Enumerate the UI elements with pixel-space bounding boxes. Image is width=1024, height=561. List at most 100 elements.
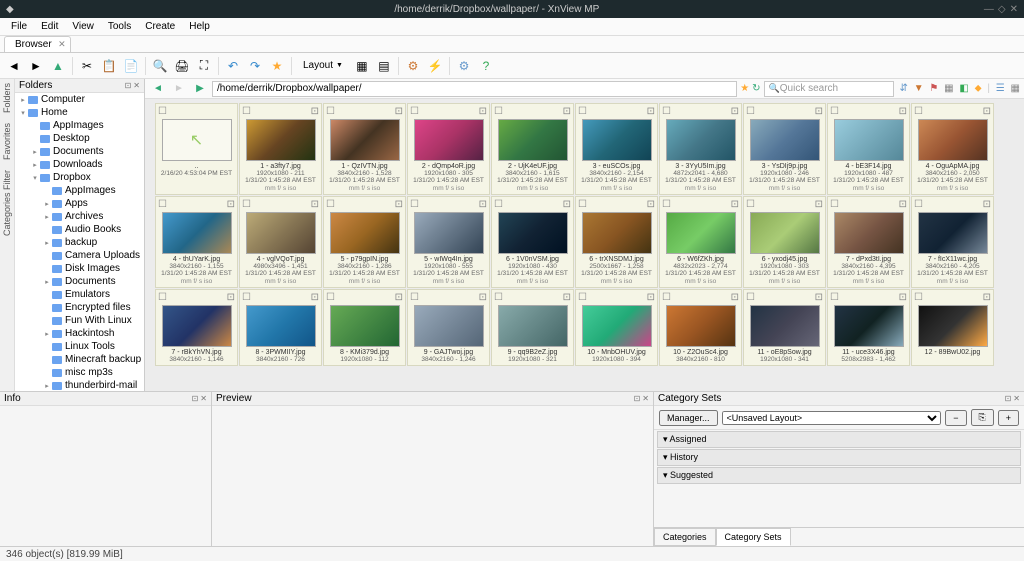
thumb-item[interactable]: ☐⊡11 - oE8pSow.jpg1920x1080 - 341 [743,289,826,366]
thumb-item[interactable]: ☐⊡3 - euSCOs.jpg3840x2160 - 2,1541/31/20… [575,103,658,195]
tab-close-icon[interactable]: ✕ [58,39,66,50]
view-thumb-icon[interactable]: ▤ [374,56,394,76]
layout-select[interactable]: <Unsaved Layout> [722,411,942,425]
thumb-item[interactable]: ☐⊡10 - Z2OuSc4.jpg3840x2160 - 810 [659,289,742,366]
tree-archives[interactable]: ▸Archives [15,210,144,223]
tree-desktop[interactable]: Desktop [15,132,144,145]
menu-tools[interactable]: Tools [101,21,138,32]
tree-apps[interactable]: ▸Apps [15,197,144,210]
tree-hackintosh[interactable]: ▸Hackintosh [15,327,144,340]
thumb-item[interactable]: ☐⊡5 - p79gpIN.jpg3840x2160 - 1,2861/31/2… [323,196,406,288]
thumb-item[interactable]: ☐⊡9 - GAJTwoj.jpg3840x2160 - 1,246 [407,289,490,366]
zoom-icon[interactable]: 🔍 [150,56,170,76]
tree-computer[interactable]: ▸Computer [15,93,144,106]
rail-categories-filter[interactable]: Categories Filter [2,170,12,236]
layout-dropdown[interactable]: Layout▼ [296,56,350,76]
cat-sec-history[interactable]: ▾ History [657,449,1021,466]
tree-minecraft-backup[interactable]: Minecraft backup [15,353,144,366]
thumb-item[interactable]: ☐⊡9 - qq9B2eZ.jpg1920x1080 - 321 [491,289,574,366]
copy-icon[interactable]: 📋 [99,56,119,76]
tree-fun-with-linux[interactable]: Fun With Linux [15,314,144,327]
thumb-item[interactable]: ☐⊡6 - yxodj45.jpg1920x1080 - 3031/31/20 … [743,196,826,288]
tree-misc-mp3s[interactable]: misc mp3s [15,366,144,379]
rotate-left-icon[interactable]: ↶ [223,56,243,76]
thumb-size-icon[interactable]: ◧ [959,83,968,94]
cat-sec-assigned[interactable]: ▾ Assigned [657,431,1021,448]
pin-icon[interactable]: ⊡ [192,394,199,403]
thumb-item[interactable]: ☐⊡10 - MnbOHUV.jpg1920x1080 - 394 [575,289,658,366]
view-list-icon[interactable]: ▦ [352,56,372,76]
tree-downloads[interactable]: ▸Downloads [15,158,144,171]
tree-home[interactable]: ▾Home [15,106,144,119]
tab-browser[interactable]: Browser ✕ [4,36,71,52]
convert-icon[interactable]: ⚙ [403,56,423,76]
batch-icon[interactable]: ⚡ [425,56,445,76]
close-pane-icon[interactable]: ✕ [642,394,649,403]
tree-thunderbird-mail[interactable]: ▸thunderbird-mail [15,379,144,391]
thumb-item[interactable]: ☐⊡2 - UjK4eUF.jpg3840x2160 - 1,6151/31/2… [491,103,574,195]
parent-folder[interactable]: ☐↖..2/16/20 4:53:04 PM EST [155,103,238,195]
tag-icon[interactable]: ⚑ [929,83,938,94]
up-icon[interactable]: ▲ [48,56,68,76]
thumb-item[interactable]: ☐⊡3 - YsDIj9p.jpg1920x1080 - 2461/31/20 … [743,103,826,195]
tree-appimages[interactable]: AppImages [15,119,144,132]
path-field[interactable]: /home/derrik/Dropbox/wallpaper/ [212,81,737,97]
help-icon[interactable]: ? [476,56,496,76]
settings-icon[interactable]: ⚙ [454,56,474,76]
rail-favorites[interactable]: Favorites [2,123,12,160]
pin-icon[interactable]: ⊡ [125,81,132,90]
menu-view[interactable]: View [65,21,101,32]
add-layout-button[interactable]: + [998,410,1019,426]
thumb-item[interactable]: ☐⊡5 - wIWq4In.jpg1920x1080 - 5551/31/20 … [407,196,490,288]
tree-emulators[interactable]: Emulators [15,288,144,301]
rotate-right-icon[interactable]: ↷ [245,56,265,76]
tag2-icon[interactable]: ⬥ [975,83,982,94]
minimize-icon[interactable]: — [984,4,994,15]
forward-icon[interactable]: ► [26,56,46,76]
manager-button[interactable]: Manager... [659,410,718,426]
tree-disk-images[interactable]: Disk Images [15,262,144,275]
thumb-item[interactable]: ☐⊡7 - fIcX11wc.jpg3840x2160 - 4,2051/31/… [911,196,994,288]
tree-encrypted-files[interactable]: Encrypted files [15,301,144,314]
thumb-item[interactable]: ☐⊡3 - 3YyU5Im.jpg4872x2041 - 4,6801/31/2… [659,103,742,195]
thumb-item[interactable]: ☐⊡8 - 3PWMIIY.jpg3840x2160 - 726 [239,289,322,366]
thumb-item[interactable]: ☐⊡12 - 89BwU02.jpg [911,289,994,366]
menu-create[interactable]: Create [138,21,182,32]
fav-icon[interactable]: ★ [740,83,749,94]
thumb-item[interactable]: ☐⊡6 - 1V0nVSM.jpg1920x1080 - 4301/31/20 … [491,196,574,288]
view-grid-icon[interactable]: ▦ [1011,83,1020,94]
pin-icon[interactable]: ⊡ [634,394,641,403]
thumb-item[interactable]: ☐⊡4 - OguApMA.jpg3840x2160 - 2,0501/31/2… [911,103,994,195]
nav-back-icon[interactable]: ◄ [149,81,167,97]
menu-file[interactable]: File [4,21,34,32]
quick-search[interactable]: 🔍 Quick search [764,81,894,97]
thumb-item[interactable]: ☐⊡1 - QzIVTN.jpg3840x2160 - 1,5281/31/20… [323,103,406,195]
tree-backup[interactable]: ▸backup [15,236,144,249]
dup-layout-button[interactable]: ⎘ [971,409,994,426]
view-details-icon[interactable]: ☰ [996,83,1005,94]
refresh-icon[interactable]: ↻ [752,83,760,94]
thumb-item[interactable]: ☐⊡6 - W6fZKh.jpg4832x2023 - 2,7741/31/20… [659,196,742,288]
star-icon[interactable]: ★ [267,56,287,76]
tree-documents[interactable]: ▸Documents [15,145,144,158]
menu-help[interactable]: Help [182,21,217,32]
back-icon[interactable]: ◄ [4,56,24,76]
close-pane-icon[interactable]: ✕ [200,394,207,403]
tree-documents[interactable]: ▸Documents [15,275,144,288]
filter-icon[interactable]: ▼ [914,83,924,94]
remove-layout-button[interactable]: − [945,410,966,426]
thumb-item[interactable]: ☐⊡11 - uce3X46.jpg5208x2983 - 1,462 [827,289,910,366]
thumb-item[interactable]: ☐⊡8 - KMi379d.jpg1920x1080 - 112 [323,289,406,366]
thumb-item[interactable]: ☐⊡1 - a3fty7.jpg1920x1080 - 2111/31/20 1… [239,103,322,195]
maximize-icon[interactable]: ◇ [998,4,1006,15]
close-pane-icon[interactable]: ✕ [1013,394,1020,403]
close-icon[interactable]: ✕ [1010,4,1018,15]
print-icon[interactable]: 🖨 [172,56,192,76]
thumb-item[interactable]: ☐⊡4 - vglVQoT.jpg4980x3496 - 1,4511/31/2… [239,196,322,288]
tab-categories[interactable]: Categories [654,528,716,546]
pin-icon[interactable]: ⊡ [1005,394,1012,403]
show-icon[interactable]: ▦ [944,83,953,94]
rail-folders[interactable]: Folders [2,83,12,113]
tree-audio-books[interactable]: Audio Books [15,223,144,236]
menu-edit[interactable]: Edit [34,21,65,32]
